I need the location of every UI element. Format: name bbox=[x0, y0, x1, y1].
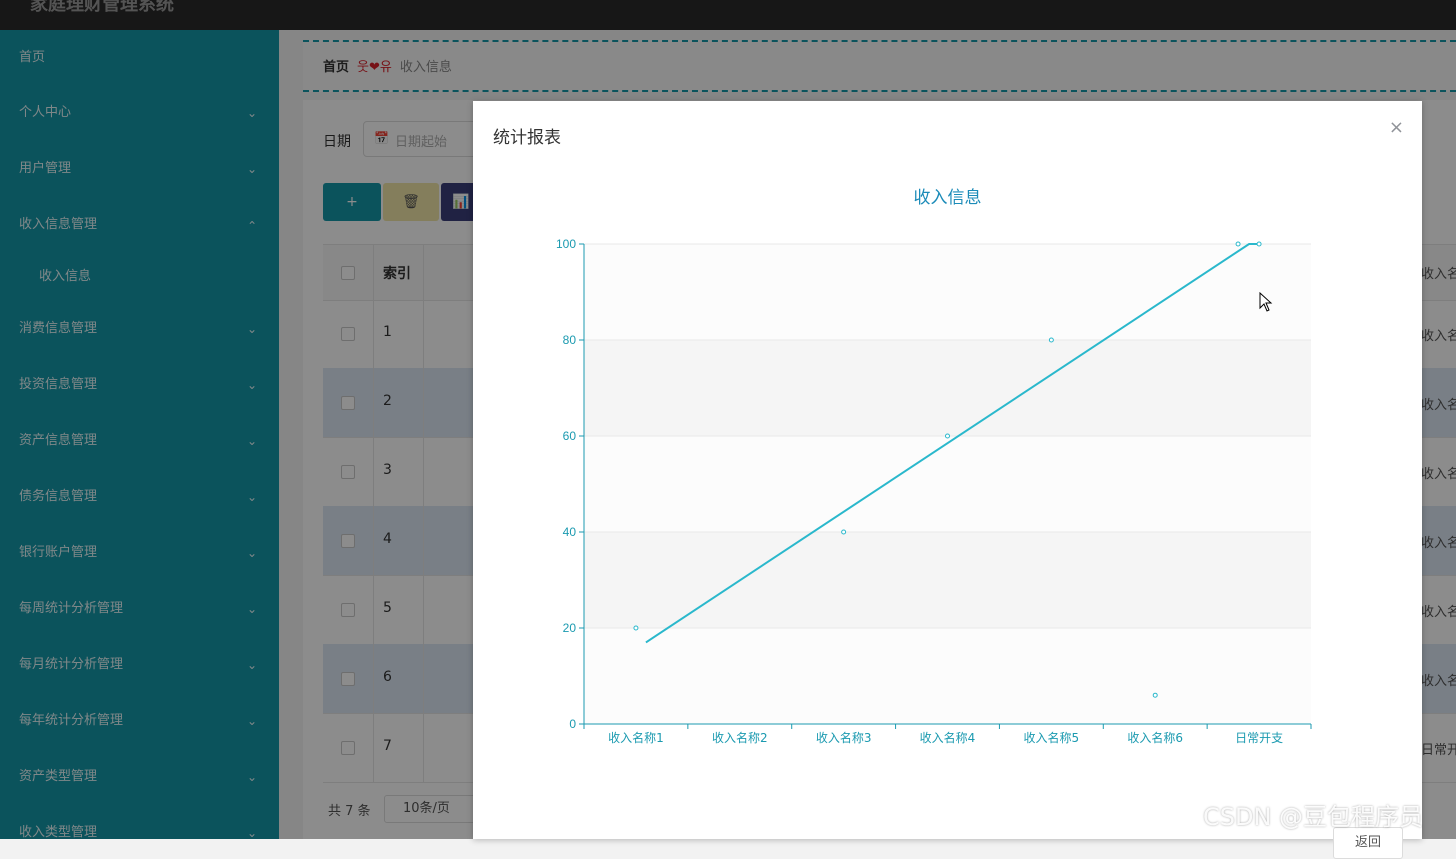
grid-band bbox=[584, 340, 1311, 436]
data-point bbox=[1152, 692, 1158, 698]
x-tick-label: 收入名称2 bbox=[712, 730, 768, 745]
data-point bbox=[633, 625, 639, 631]
y-tick-label: 60 bbox=[563, 429, 577, 443]
x-tick-label: 收入名称6 bbox=[1127, 730, 1183, 745]
chart-title: 收入信息 bbox=[914, 188, 982, 208]
y-tick-label: 0 bbox=[569, 717, 576, 731]
watermark: CSDN @豆包程序员 bbox=[1203, 803, 1424, 831]
data-point bbox=[841, 529, 847, 535]
y-tick-label: 80 bbox=[563, 333, 577, 347]
x-tick-label: 收入名称5 bbox=[1024, 730, 1080, 745]
y-tick-label: 100 bbox=[556, 237, 576, 251]
data-point bbox=[1256, 241, 1262, 247]
x-tick-label: 日常开支 bbox=[1235, 731, 1283, 745]
grid-band bbox=[584, 532, 1311, 628]
grid-band bbox=[584, 628, 1311, 724]
x-tick-label: 收入名称3 bbox=[816, 730, 872, 745]
data-point bbox=[1048, 337, 1054, 343]
y-tick-label: 20 bbox=[563, 621, 577, 635]
grid-band bbox=[584, 244, 1311, 340]
x-tick-label: 收入名称1 bbox=[608, 730, 664, 745]
statistics-modal: 统计报表 × 0 20 40 60 80 100 收入名称1 收入名称2 收入名称3 收入名称4 收… bbox=[473, 101, 1422, 859]
data-point bbox=[1235, 241, 1241, 247]
x-tick-label: 收入名称4 bbox=[920, 730, 976, 745]
data-point bbox=[945, 433, 950, 439]
grid-band bbox=[584, 436, 1311, 532]
income-line-chart: 0 20 40 60 80 100 收入名称1 收入名称2 收入名称3 收入名称4 收入名称5 收入名… bbox=[556, 188, 1312, 745]
mouse-cursor-icon bbox=[1259, 292, 1273, 312]
y-tick-label: 40 bbox=[563, 525, 577, 539]
